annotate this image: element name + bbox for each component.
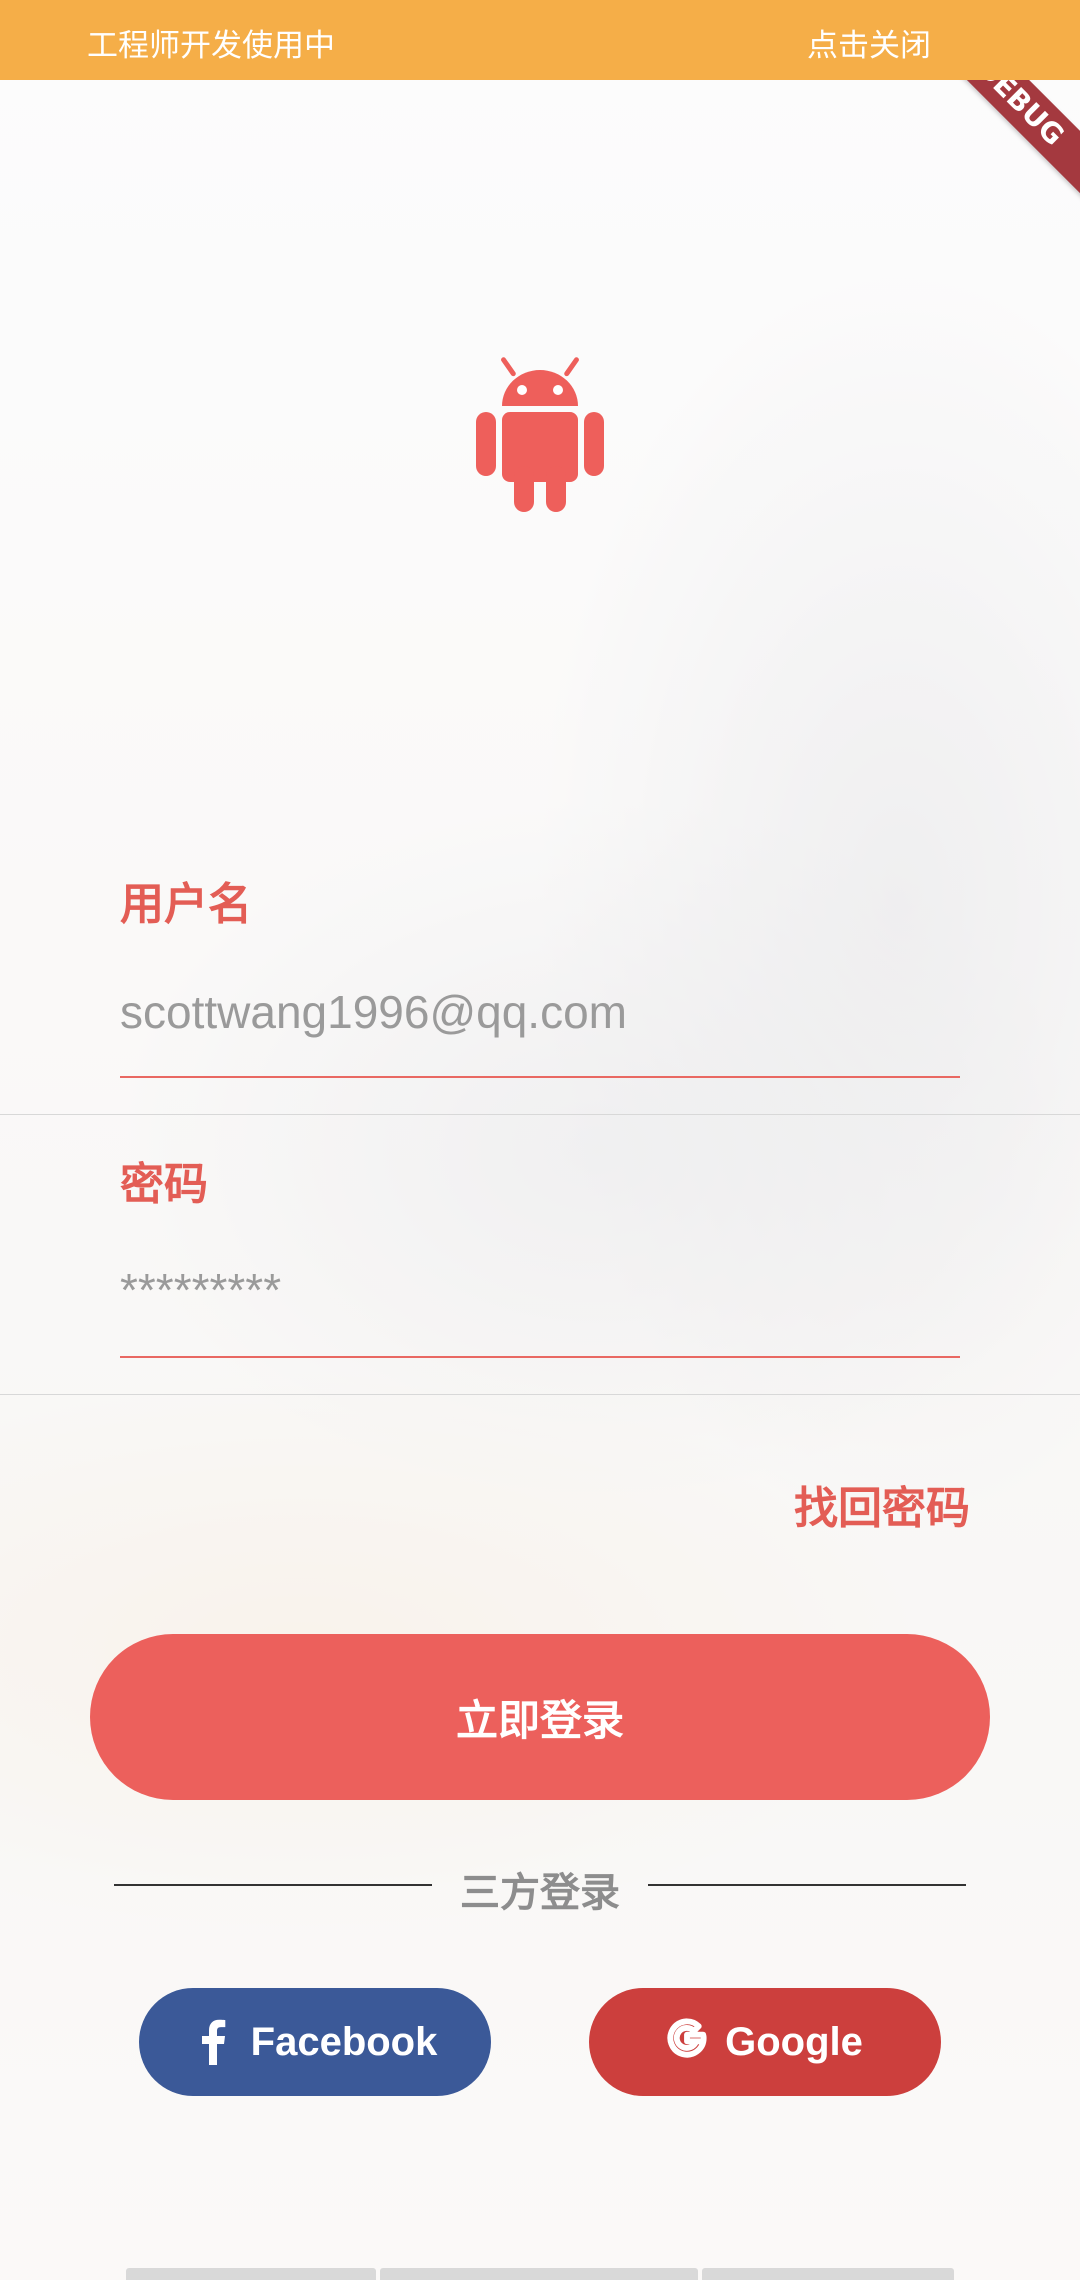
password-label: 密码: [120, 1159, 208, 1210]
forgot-password-link[interactable]: 找回密码: [794, 1472, 970, 1536]
background-image: [0, 0, 1080, 2280]
third-party-login-label: 三方登录: [460, 1870, 620, 1916]
facebook-button-label: Facebook: [250, 2019, 438, 2064]
google-icon: [667, 2018, 707, 2066]
facebook-icon: [193, 2018, 233, 2066]
field-divider: [0, 1114, 1080, 1115]
tab-hint[interactable]: [126, 2268, 376, 2280]
android-icon: [476, 356, 604, 512]
username-field[interactable]: [120, 972, 960, 1052]
facebook-login-button[interactable]: Facebook: [139, 1988, 491, 2096]
field-divider: [0, 1394, 1080, 1395]
bottom-tab-bar[interactable]: [126, 2268, 954, 2280]
username-input[interactable]: [120, 972, 960, 1052]
dev-mode-banner[interactable]: 工程师开发使用中 点击关闭: [0, 0, 1080, 80]
tab-hint[interactable]: [702, 2268, 954, 2280]
password-input[interactable]: [120, 1250, 960, 1330]
login-button[interactable]: 立即登录: [90, 1634, 990, 1800]
password-underline: [120, 1356, 960, 1358]
google-login-button[interactable]: Google: [589, 1988, 941, 2096]
divider-line-right: [648, 1884, 966, 1886]
tab-hint[interactable]: [380, 2268, 698, 2280]
third-party-login-divider: 三方登录: [0, 1860, 1080, 1916]
username-underline: [120, 1076, 960, 1078]
password-field[interactable]: [120, 1250, 960, 1330]
username-label: 用户名: [120, 879, 252, 930]
close-banner-link[interactable]: 点击关闭: [807, 20, 931, 65]
dev-mode-text: 工程师开发使用中: [87, 28, 335, 64]
google-button-label: Google: [725, 2019, 863, 2064]
